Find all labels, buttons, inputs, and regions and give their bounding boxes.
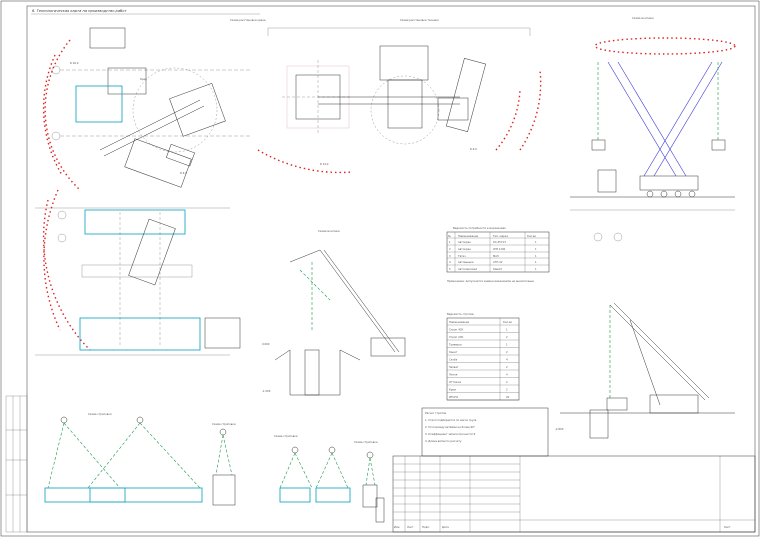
notes-line: 4. Длина ветви по расчету xyxy=(425,439,462,443)
sling-row-name: Канат xyxy=(449,350,458,354)
col-header: Наименование xyxy=(449,320,470,324)
plan-left-lower xyxy=(35,189,241,356)
section-mid: Схема монтажа 0.000 -1.500 xyxy=(262,229,406,396)
stamp-cell: Дата xyxy=(442,525,449,529)
svg-text:R 9,0: R 9,0 xyxy=(470,147,477,151)
table-cell: АГП-22 xyxy=(493,260,503,264)
col-header: № xyxy=(448,235,451,238)
table-equipment-note: Примечание: допускается замена механизмо… xyxy=(447,279,534,283)
notes-line: 1. Строп подбирается по массе груза xyxy=(425,418,477,422)
sling-row-name: Оттяжка xyxy=(449,380,462,384)
sling-row-qty: 2 xyxy=(506,380,508,384)
sling-row-qty: 2 xyxy=(506,350,508,354)
title-block: Изм. Лист Подп. Дата Лист xyxy=(392,455,756,533)
table-cell: 1 xyxy=(535,247,537,251)
svg-text:R 14,0: R 14,0 xyxy=(320,162,329,166)
stamp-cell: Изм. xyxy=(394,525,400,529)
sling-row-name: Скоба xyxy=(449,358,458,362)
drawing-sheet: 6. Технологическая карта на производство… xyxy=(0,0,760,537)
sling-scheme-3: Схема строповки xyxy=(274,434,351,503)
table-equipment-heading: Ведомость потребности в механизмах xyxy=(453,226,506,230)
table-cell: 1 xyxy=(449,240,451,244)
sling-row-name: ИТОГО xyxy=(449,395,458,399)
section-mid-label: Схема монтажа xyxy=(318,229,340,233)
svg-text:R 9,0: R 9,0 xyxy=(180,171,187,175)
svg-text:R 16,0: R 16,0 xyxy=(70,61,79,65)
plan-left: Схема расстановки крана R 16,0 R 9,0 Кра… xyxy=(42,18,266,191)
sling-scheme-2: Схема строповки xyxy=(212,422,236,506)
sling-row-qty: 2 xyxy=(506,335,508,339)
sling-row-name: Крюк xyxy=(449,388,457,392)
table-slings-heading: Ведомость стропов xyxy=(447,312,474,316)
table-cell: 5 xyxy=(449,267,451,271)
table-cell: 2 xyxy=(449,247,451,251)
table-cell: КамАЗ xyxy=(493,267,502,271)
table-cell: 1 xyxy=(535,267,537,271)
elevation-right: Схема монтажа xyxy=(570,16,736,242)
inner-frame xyxy=(26,5,756,533)
sling-row-qty: 20 xyxy=(506,395,510,399)
elevation-right-label: Схема монтажа xyxy=(632,16,654,20)
sling-row-qty: 1 xyxy=(506,328,508,332)
notes-heading: Расчет стропов xyxy=(425,411,446,415)
notes-box: Расчет стропов 1. Строп подбирается по м… xyxy=(421,407,549,457)
table-cell: КС-55713 xyxy=(493,240,506,244)
sling-scheme-label: Схема строповки xyxy=(354,440,378,444)
notes-line: 3. Коэффициент запаса прочности 6 xyxy=(425,432,476,436)
table-cell: Автокран xyxy=(458,240,471,244)
col-header: Тип, марка xyxy=(493,234,508,238)
sling-row-name: Захват xyxy=(449,365,459,369)
table-slings: Ведомость стропов Наименование Кол-во Ст… xyxy=(446,312,520,401)
mark-ground-1: -1.500 xyxy=(262,389,271,393)
sling-row-qty: 2 xyxy=(506,365,508,369)
table-cell: Автокран xyxy=(458,247,471,251)
sling-row-qty: 1 xyxy=(506,343,508,347)
sling-row-qty: 2 xyxy=(506,388,508,392)
table-cell: Автосамосвал xyxy=(458,267,478,271)
sling-scheme-4: Схема строповки xyxy=(354,440,385,523)
table-cell: МАЗ xyxy=(493,254,499,258)
plan-center-label: Схема расстановки техники xyxy=(400,18,439,22)
sling-row-qty: 4 xyxy=(506,358,508,362)
sling-row-name: Строп 4СК xyxy=(449,328,464,332)
sling-scheme-label: Схема строповки xyxy=(274,434,298,438)
sling-row-qty: 4 xyxy=(506,373,508,377)
table-cell: 1 xyxy=(535,260,537,264)
col-header: Кол-во xyxy=(503,320,513,324)
table-cell: 1 xyxy=(535,254,537,258)
table-cell: 3 xyxy=(449,254,451,258)
sling-scheme-label: Схема строповки xyxy=(212,422,236,426)
mark-ground-0: 0.000 xyxy=(262,342,270,346)
sheet-title: 6. Технологическая карта на производство… xyxy=(32,9,127,13)
col-header: Кол-во xyxy=(527,234,537,238)
sling-row-name: Траверса xyxy=(449,343,462,347)
sling-scheme-label: Схема строповки xyxy=(88,412,112,416)
mark-ground-2: -2.800 xyxy=(555,427,564,431)
stamp-cell: Подп. xyxy=(422,525,430,529)
sling-row-name: Строп 2СК xyxy=(449,335,464,339)
notes-line: 2. Угол между ветвями не более 90° xyxy=(425,425,476,429)
plan-left-label: Схема расстановки крана xyxy=(230,18,266,22)
sling-scheme-1: Схема строповки xyxy=(44,412,203,503)
table-cell: 4 xyxy=(449,260,451,264)
table-cell: LTM 1100 xyxy=(493,247,506,251)
table-equipment: Ведомость потребности в механизмах № Наи… xyxy=(446,226,550,283)
svg-text:Кран: Кран xyxy=(140,77,147,81)
table-cell: 1 xyxy=(535,240,537,244)
plan-center: Схема расстановки техники R 14,0 R 9,0 xyxy=(257,18,542,174)
table-cell: Автовышка xyxy=(458,260,474,264)
table-cell: Тягач xyxy=(458,254,466,258)
side-stamp xyxy=(5,395,28,533)
elevation-right-lower: -2.800 xyxy=(555,302,735,439)
stamp-cell: Лист xyxy=(407,525,414,529)
col-header: Наименование xyxy=(458,234,479,238)
sling-row-name: Петля xyxy=(449,373,458,377)
stamp-sheet-label: Лист xyxy=(724,525,731,529)
